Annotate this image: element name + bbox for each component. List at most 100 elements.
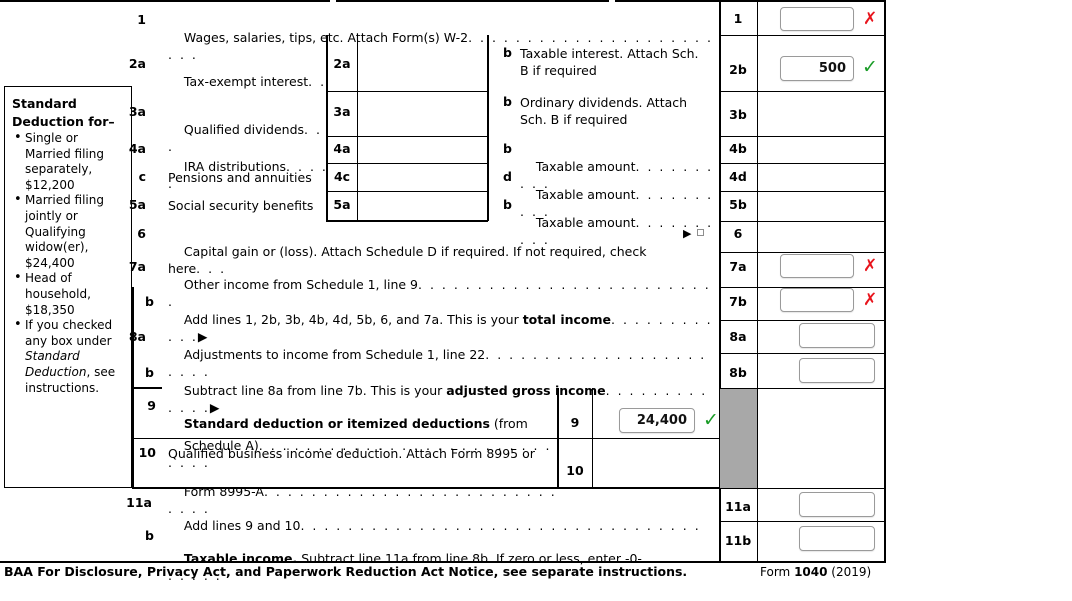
- line-2b-amount-input[interactable]: [780, 56, 854, 81]
- line-3a-number: 3a: [128, 104, 146, 119]
- line-11b-number: b: [145, 528, 154, 543]
- grid-v-amount-right: [884, 0, 886, 563]
- line-8b-amount-input[interactable]: [799, 358, 875, 383]
- grid-h-r7: [719, 252, 885, 253]
- line-7b-amount-input[interactable]: [780, 288, 854, 312]
- grid-h-r6: [719, 221, 885, 222]
- line-8a-box-number: 8a: [729, 329, 747, 344]
- line-5a-number: 5a: [128, 197, 146, 212]
- line-4a-number: 4a: [128, 141, 146, 156]
- line-10-description: Qualified business income deduction. Att…: [168, 446, 535, 461]
- line-3b-box-number: 3b: [729, 107, 747, 122]
- line-9-box-number: 9: [570, 415, 580, 430]
- line-9-valid-icon: ✓: [703, 409, 719, 431]
- line-7a-box-number: 7a: [729, 259, 747, 274]
- form-1040-income-section: Standard Deduction for– Single or Marrie…: [0, 0, 1072, 595]
- line-5b-number: b: [503, 197, 512, 212]
- sidebar-list: Single or Married filing separately, $12…: [12, 130, 125, 396]
- line-7a-number: 7a: [128, 259, 146, 274]
- grid-h-r12: [719, 488, 885, 489]
- top-rule-mid: [336, 0, 609, 2]
- grid-h-r9: [719, 320, 885, 321]
- line-2a-description: Tax-exempt interest. .: [168, 56, 328, 107]
- line-3b-number: b: [503, 94, 512, 109]
- line-1-number: 1: [137, 12, 146, 27]
- footer-form-number: 1040: [794, 565, 828, 579]
- line-4c-number: c: [138, 169, 146, 184]
- line-11a-text: Add lines 9 and 10: [183, 518, 301, 533]
- line-1-invalid-icon: ✗: [863, 9, 878, 29]
- sidebar-item4-italic: Standard Deduction: [25, 349, 87, 379]
- line-7b-invalid-icon: ✗: [863, 290, 878, 310]
- grid-h-desc-left-upper-end: [132, 387, 162, 389]
- footer-notice: BAA For Disclosure, Privacy Act, and Pap…: [4, 564, 688, 579]
- line-5a-box-number: 5a: [333, 197, 351, 212]
- line-8b-text-bold: adjusted gross income: [446, 383, 606, 398]
- line-7a-invalid-icon: ✗: [863, 256, 878, 276]
- line-7a-amount-input[interactable]: [780, 254, 854, 278]
- line-6-checkbox[interactable]: [697, 229, 704, 236]
- top-rule-right: [615, 0, 885, 2]
- line-2b-number: b: [503, 45, 512, 60]
- line-5a-description: Social security benefits: [168, 198, 314, 213]
- line-2b-valid-icon: ✓: [862, 56, 878, 78]
- grid-h-sub5: [326, 220, 488, 222]
- grid-v-lineno-right: [757, 0, 758, 563]
- line-2a-text: Tax-exempt interest: [183, 74, 309, 89]
- line-9-amount-input[interactable]: [619, 408, 695, 433]
- line-8a-number: 8a: [128, 329, 146, 344]
- line-11a-amount-input[interactable]: [799, 492, 875, 517]
- line-1-text: Wages, salaries, tips, etc. Attach Form(…: [183, 30, 469, 45]
- line-11a-box-number: 11a: [725, 499, 751, 514]
- line-1-amount-input[interactable]: [780, 7, 854, 31]
- line-4d-number: d: [503, 169, 512, 184]
- sidebar-item-head-of-household: Head of household, $18,350: [12, 270, 125, 318]
- grid-h-r10: [719, 353, 885, 354]
- footer-form-id: Form 1040 (2019): [760, 565, 871, 579]
- line-11a-number: 11a: [126, 495, 152, 510]
- line-8b-box-number: 8b: [729, 365, 747, 380]
- line-6-box-number: 6: [733, 226, 743, 241]
- grid-h-sub3: [326, 163, 488, 164]
- line-2b-description: Taxable interest. Attach Sch. B if requi…: [520, 46, 703, 78]
- line-10-box-number: 10: [566, 463, 584, 478]
- grid-h-r5: [719, 191, 885, 192]
- line-4d-box-number: 4d: [729, 169, 747, 184]
- line-2a-number: 2a: [128, 56, 146, 71]
- grid-h-r1: [719, 35, 885, 36]
- grid-h-r2: [719, 91, 885, 92]
- line-11a-leader: . . . . . . . . . . . . . . . . . . . . …: [300, 518, 701, 533]
- line-7a-text: Other income from Schedule 1, line 9: [183, 277, 418, 292]
- line-6-arrow-icon: ▶: [683, 227, 692, 240]
- line-8a-amount-input[interactable]: [799, 323, 875, 348]
- line-4b-number: b: [503, 141, 512, 156]
- line-3b-description: Ordinary dividends. Attach Sch. B if req…: [520, 95, 692, 127]
- line-8b-text-pre: Subtract line 8a from line 7b. This is y…: [183, 383, 447, 398]
- line-4c-box-number: 4c: [333, 169, 351, 184]
- line-7b-box-number: 7b: [729, 294, 747, 309]
- line-5b-box-number: 5b: [729, 197, 747, 212]
- line-11b-amount-input[interactable]: [799, 526, 875, 551]
- line-2a-leader: . .: [308, 74, 327, 89]
- line-6-number: 6: [137, 226, 146, 241]
- line-3b-amount-input[interactable]: [780, 103, 854, 127]
- line-8a-text: Adjustments to income from Schedule 1, l…: [183, 347, 486, 362]
- footer-form-year: (2019): [831, 565, 872, 579]
- sidebar-item-married-jointly: Married filing jointly or Qualifying wid…: [12, 192, 125, 271]
- standard-deduction-sidebar: Standard Deduction for– Single or Marrie…: [4, 86, 132, 488]
- line-7b-text-pre: Add lines 1, 2b, 3b, 4b, 4d, 5b, 6, and …: [183, 312, 523, 327]
- line-4c-description: Pensions and annuities: [168, 170, 312, 185]
- grid-h-sub2: [326, 136, 488, 137]
- line-11b-box-number: 11b: [724, 533, 752, 548]
- line-10-text-line2: Form 8995-A: [183, 484, 264, 499]
- sidebar-item4-prefix: If you checked any box under: [25, 318, 113, 348]
- sidebar-title-line1: Standard: [12, 96, 77, 111]
- line-7b-text-bold: total income: [522, 312, 611, 327]
- line-9-number: 9: [147, 398, 156, 413]
- line-4b-box-number: 4b: [729, 141, 747, 156]
- grid-h-r13: [719, 521, 885, 522]
- line-10-number: 10: [138, 445, 156, 460]
- sidebar-item-checked-box: If you checked any box under Standard De…: [12, 317, 125, 396]
- line-3a-box-number: 3a: [333, 104, 351, 119]
- line-3a-text: Qualified dividends: [183, 122, 305, 137]
